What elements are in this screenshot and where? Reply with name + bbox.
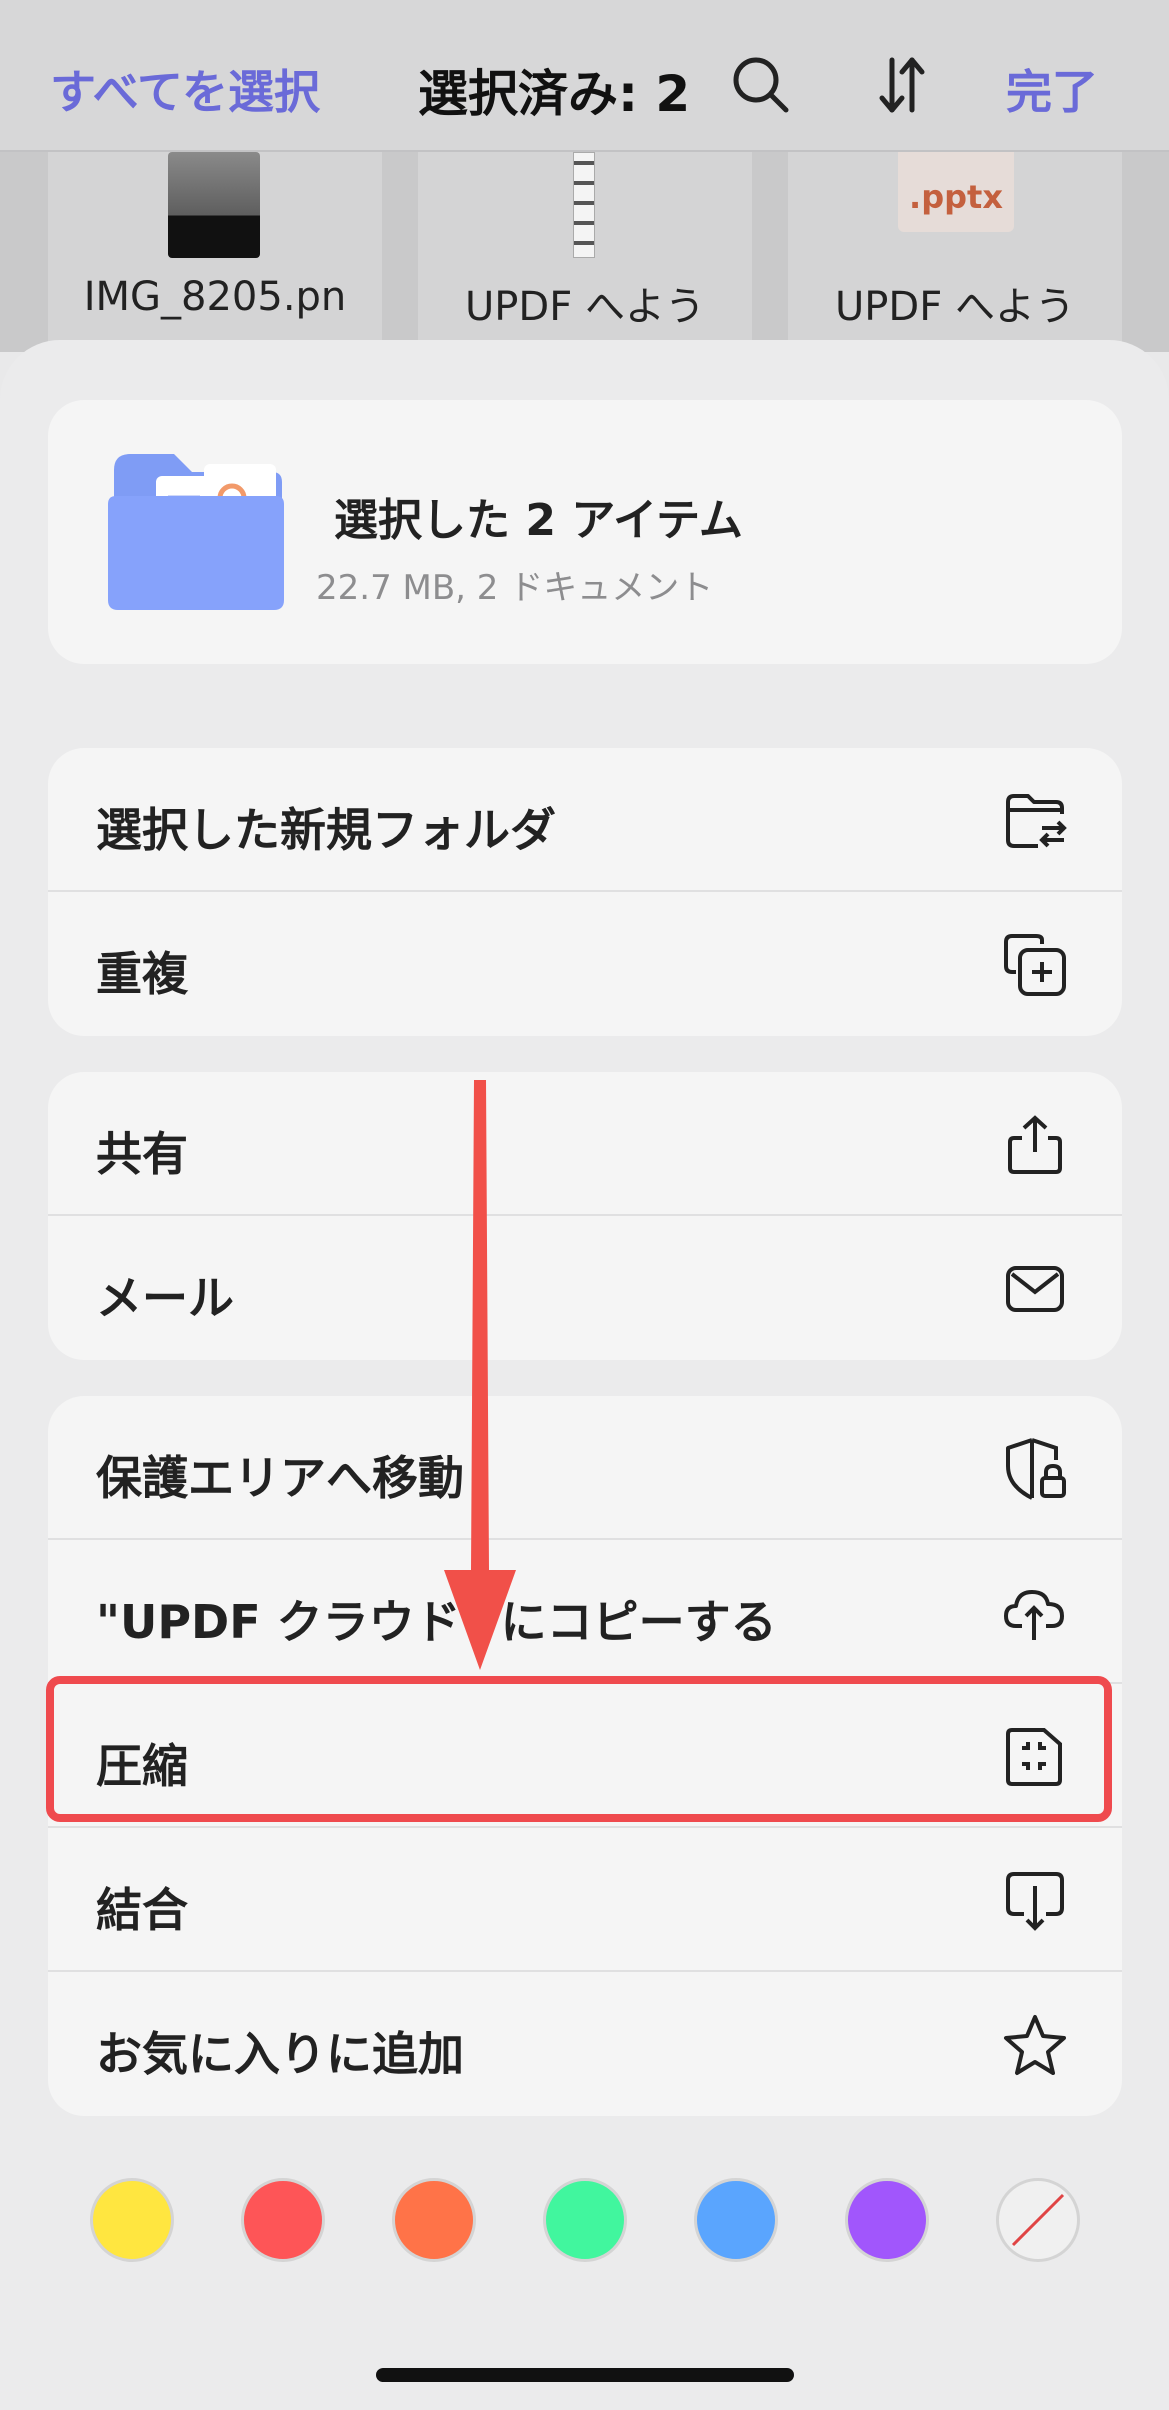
action-new-folder-from-selection[interactable]: 選択した新規フォルダ [48, 748, 1122, 892]
star-icon [1004, 2015, 1066, 2075]
action-label: 保護エリアへ移動 [96, 1451, 464, 1505]
action-label: 重複 [96, 947, 188, 1001]
action-group: 選択した新規フォルダ 重複 [48, 748, 1122, 1036]
annotation-arrow [444, 1080, 516, 1670]
action-label: メール [96, 1271, 234, 1325]
file-card[interactable]: UPDF へよう こそ [418, 152, 752, 378]
select-all-button[interactable]: すべてを選択 [50, 56, 320, 122]
file-card[interactable]: IMG_8205.pn [48, 152, 382, 352]
duplicate-icon [1004, 934, 1066, 996]
action-add-to-favorites[interactable]: お気に入りに追加 [48, 1972, 1122, 2116]
file-thumbnail [168, 152, 260, 258]
color-swatch-red[interactable] [241, 2178, 325, 2262]
done-button[interactable]: 完了 [1006, 56, 1098, 122]
action-share[interactable]: 共有 [48, 1072, 1122, 1216]
merge-icon [1006, 1872, 1064, 1931]
selected-count-title: 選択済み: 2 [418, 65, 691, 123]
file-card[interactable]: .pptx UPDF へよう こそ [788, 152, 1122, 378]
file-grid: IMG_8205.pn UPDF へよう こそ .pptx UPDF へよう こ… [0, 152, 1169, 378]
color-swatch-orange[interactable] [392, 2178, 476, 2262]
action-label: 結合 [96, 1883, 188, 1937]
file-name: UPDF へよう [465, 284, 705, 330]
file-thumbnail [573, 152, 595, 258]
action-label: お気に入りに追加 [96, 2027, 464, 2081]
color-swatch-green[interactable] [543, 2178, 627, 2262]
action-merge[interactable]: 結合 [48, 1828, 1122, 1972]
color-tag-row [0, 2178, 1169, 2268]
share-icon [1008, 1115, 1062, 1174]
selection-summary: 選択した 2 アイテム 22.7 MB, 2 ドキュメント [48, 400, 1122, 664]
color-swatch-purple[interactable] [845, 2178, 929, 2262]
mail-icon [1006, 1266, 1064, 1312]
folder-move-icon [1006, 794, 1067, 848]
action-mail[interactable]: メール [48, 1216, 1122, 1360]
selection-title: 選択した 2 アイテム [334, 495, 743, 546]
color-swatch-blue[interactable] [694, 2178, 778, 2262]
action-sheet: 選択した 2 アイテム 22.7 MB, 2 ドキュメント 選択した新規フォルダ… [0, 340, 1169, 2410]
file-name: UPDF へよう [835, 284, 1075, 330]
action-label: 圧縮 [96, 1739, 188, 1793]
action-label: "UPDF クラウド" にコピーする [96, 1595, 777, 1649]
compress-icon [1006, 1728, 1062, 1786]
action-group: 共有 メール [48, 1072, 1122, 1360]
file-type-label: .pptx [909, 178, 1003, 216]
action-copy-to-updf-cloud[interactable]: "UPDF クラウド" にコピーする [48, 1540, 1122, 1684]
shield-lock-icon [1006, 1438, 1066, 1500]
action-label: 選択した新規フォルダ [96, 803, 556, 857]
color-swatch-none[interactable] [996, 2178, 1080, 2262]
selection-subtitle: 22.7 MB, 2 ドキュメント [316, 568, 714, 608]
home-indicator [376, 2368, 794, 2382]
action-compress[interactable]: 圧縮 [48, 1684, 1122, 1828]
color-swatch-yellow[interactable] [90, 2178, 174, 2262]
sort-icon[interactable] [866, 50, 936, 120]
navigation-bar: すべてを選択 選択済み: 2 完了 [0, 0, 1169, 152]
no-color-slash-icon [1011, 2193, 1065, 2247]
action-move-to-protected-area[interactable]: 保護エリアへ移動 [48, 1396, 1122, 1540]
action-duplicate[interactable]: 重複 [48, 892, 1122, 1036]
file-thumbnail: .pptx [898, 152, 1014, 232]
file-name: IMG_8205.pn [83, 274, 347, 320]
action-label: 共有 [96, 1127, 188, 1181]
action-group: 保護エリアへ移動 "UPDF クラウド" にコピーする 圧縮 結合 お気に入りに… [48, 1396, 1122, 2116]
cloud-upload-icon [1004, 1590, 1064, 1640]
folder-icon [108, 454, 284, 610]
search-icon[interactable] [726, 50, 796, 120]
